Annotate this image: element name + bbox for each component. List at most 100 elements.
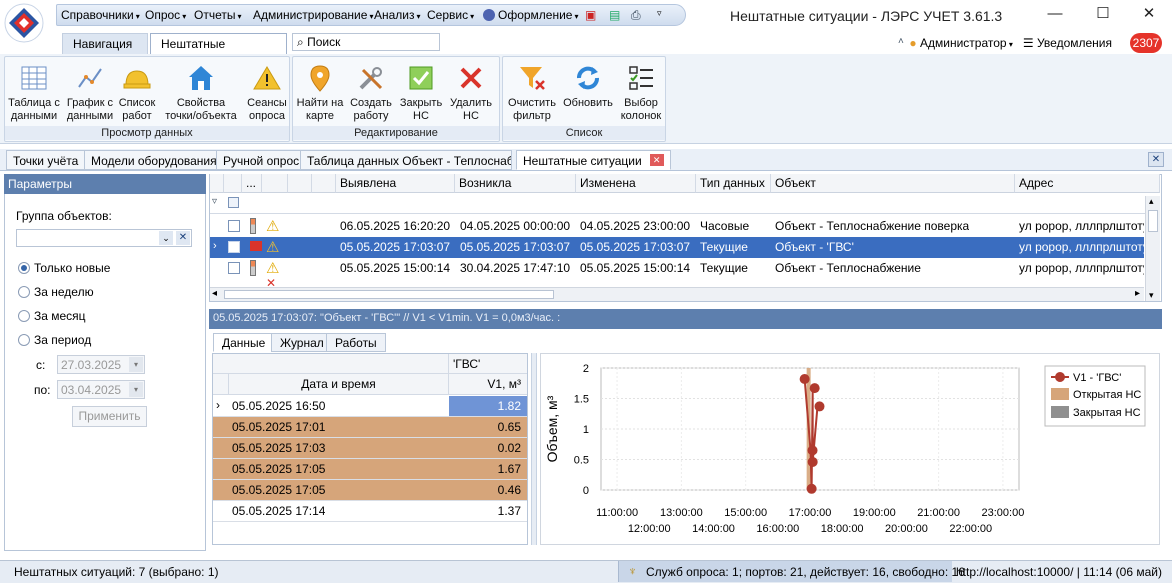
refresh-button[interactable]: Обновить [561, 61, 615, 110]
col-occurred[interactable]: Возникла [455, 174, 576, 193]
menu-oformlenie[interactable]: Оформление ▾ [483, 8, 579, 22]
row-checkbox[interactable] [228, 241, 240, 253]
thermometer-icon [250, 260, 256, 276]
close-all-tabs-icon[interactable]: ✕ [1148, 152, 1164, 167]
close-ns-button[interactable]: Закрыть НС [397, 61, 445, 123]
more-columns-header[interactable]: ... [242, 174, 262, 193]
customize-toolbar-icon[interactable]: ▿ [657, 8, 662, 19]
radio-month[interactable] [18, 310, 30, 322]
ribbon-group-list: Очистить фильтр Обновить Выбор колонок С… [502, 56, 666, 142]
tab-jobs[interactable]: Работы [326, 333, 386, 352]
col-v1[interactable]: V1, м³ [449, 374, 527, 395]
tab-data[interactable]: Данные [213, 333, 275, 352]
filter-checkbox[interactable] [228, 197, 239, 208]
doc-tab-emergencies[interactable]: Нештатные ситуации ✕ [516, 150, 671, 170]
excel-export-icon[interactable]: ▣ [585, 8, 596, 22]
tab-close-icon[interactable]: ✕ [649, 154, 664, 166]
cell-detected: 06.05.2025 16:20:20 [340, 219, 451, 233]
print-icon[interactable]: ⎙ [631, 8, 641, 23]
row-checkbox[interactable] [228, 220, 240, 232]
poll-sessions-button[interactable]: Сеансы опроса [245, 61, 289, 123]
cell-object: Объект - 'ГВС' [775, 240, 854, 254]
radio-week[interactable] [18, 286, 30, 298]
scroll-left-icon[interactable]: ◂ [212, 288, 217, 299]
col-address[interactable]: Адрес [1015, 174, 1160, 193]
col-datetime[interactable]: Дата и время [229, 374, 449, 395]
calendar-dropdown-icon[interactable]: ▾ [129, 357, 143, 372]
job-list-button[interactable]: Список работ [117, 61, 157, 123]
main-menu: Справочники ▾ Опрос ▾ Отчеты ▾ Администриро… [56, 4, 686, 26]
scroll-down-icon[interactable]: ▾ [1149, 290, 1154, 301]
minimize-button[interactable]: — [1042, 4, 1068, 26]
list-item[interactable]: 05.05.2025 17:05 0.46 [213, 480, 527, 501]
table-data-button[interactable]: Таблица с данными [7, 61, 61, 123]
menu-admin[interactable]: Администрирование ▾ [253, 8, 373, 22]
list-item[interactable]: 05.05.2025 17:01 0.65 [213, 417, 527, 438]
collapse-ribbon-icon[interactable]: ˄ [898, 36, 904, 47]
menu-analiz[interactable]: Анализ ▾ [374, 8, 421, 22]
notifications-label[interactable]: Уведомления [1037, 36, 1112, 50]
user-name[interactable]: Администратор [920, 36, 1007, 50]
menu-opros[interactable]: Опрос ▾ [145, 8, 186, 22]
scroll-thumb-vertical[interactable] [1148, 210, 1158, 232]
menu-otchety[interactable]: Отчеты ▾ [194, 8, 242, 22]
splitter[interactable] [531, 353, 537, 545]
tab-navigation[interactable]: Навигация [62, 33, 148, 54]
details-message: 05.05.2025 17:03:07: "Объект - 'ГВС'" //… [209, 309, 1162, 329]
x-tick-label: 12:00:00 [628, 523, 671, 535]
to-label: по: [34, 383, 51, 397]
list-item[interactable]: 05.05.2025 17:03 0.02 [213, 438, 527, 459]
filter-row[interactable]: ▿ [210, 194, 1160, 214]
col-type[interactable]: Тип данных [696, 174, 771, 193]
object-group-select[interactable]: ⌄ ✕ [16, 229, 192, 247]
find-on-map-button[interactable]: Найти на карте [295, 61, 345, 123]
table-row[interactable]: ⚠ 05.05.2025 15:00:14 30.04.2025 17:47:1… [210, 258, 1144, 279]
doc-tab-data-table[interactable]: Таблица данных Объект - Теплоснабже [300, 150, 512, 170]
vertical-scrollbar[interactable]: ▴ ▾ [1145, 196, 1160, 301]
scroll-up-icon[interactable]: ▴ [1149, 196, 1154, 207]
clear-filter-button[interactable]: Очистить фильтр [505, 61, 559, 123]
scroll-right-icon[interactable]: ▸ [1135, 288, 1140, 299]
create-job-button[interactable]: Создать работу [347, 61, 395, 123]
menu-servis[interactable]: Сервис ▾ [427, 8, 474, 22]
save-icon[interactable]: ▤ [609, 8, 620, 22]
horizontal-scrollbar[interactable]: ◂ ▸ [210, 287, 1144, 301]
doc-tab-points[interactable]: Точки учёта [6, 150, 86, 170]
notifications-badge[interactable]: 2307 [1130, 33, 1162, 53]
radio-only-new[interactable] [18, 262, 30, 274]
object-properties-button[interactable]: Свойства точки/объекта [161, 61, 241, 123]
calendar-dropdown-icon[interactable]: ▾ [129, 382, 143, 397]
col-detected[interactable]: Выявлена [336, 174, 455, 193]
dropdown-icon[interactable]: ⌄ [159, 231, 173, 245]
from-date-input[interactable]: 27.03.2025 ▾ [57, 355, 145, 374]
warning-icon: ⚠ [266, 239, 280, 256]
col-object[interactable]: Объект [771, 174, 1015, 193]
tab-emergencies[interactable]: Нештатные ситуации [150, 33, 287, 65]
scroll-thumb[interactable] [224, 290, 554, 299]
radio-period[interactable] [18, 334, 30, 346]
close-button[interactable]: ✕ [1136, 4, 1162, 26]
choose-columns-button[interactable]: Выбор колонок [617, 61, 665, 123]
to-date-input[interactable]: 03.04.2025 ▾ [57, 380, 145, 399]
current-row-icon: › [216, 398, 220, 412]
menu-spravochniki[interactable]: Справочники ▾ [61, 8, 140, 22]
user-bar: ● Администратор ▾ ☰ Уведомления [909, 36, 1112, 50]
row-checkbox[interactable] [228, 262, 240, 274]
apply-button[interactable]: Применить [72, 406, 147, 427]
table-row[interactable]: ⚠ 06.05.2025 16:20:20 04.05.2025 00:00:0… [210, 216, 1144, 237]
list-item[interactable]: 05.05.2025 17:14 1.37 [213, 501, 527, 522]
cell-type: Текущие [700, 261, 748, 275]
table-row-selected[interactable]: › ⚠ 05.05.2025 17:03:07 05.05.2025 17:03… [210, 237, 1144, 258]
graph-data-button[interactable]: График с данными [65, 61, 115, 123]
clear-icon[interactable]: ✕ [176, 231, 190, 245]
row-indicator-header [210, 174, 224, 193]
col-changed[interactable]: Изменена [576, 174, 696, 193]
delete-ns-button[interactable]: Удалить НС [447, 61, 495, 123]
list-item[interactable]: › 05.05.2025 16:50 1.82 [213, 396, 527, 417]
maximize-button[interactable]: ☐ [1090, 4, 1116, 26]
doc-tab-models[interactable]: Модели оборудования [84, 150, 224, 170]
list-item[interactable]: 05.05.2025 17:05 1.67 [213, 459, 527, 480]
search-input[interactable]: ⌕ Поиск [292, 33, 440, 51]
doc-tab-manual-poll[interactable]: Ручной опрос [216, 150, 307, 170]
tab-log[interactable]: Журнал [271, 333, 333, 352]
